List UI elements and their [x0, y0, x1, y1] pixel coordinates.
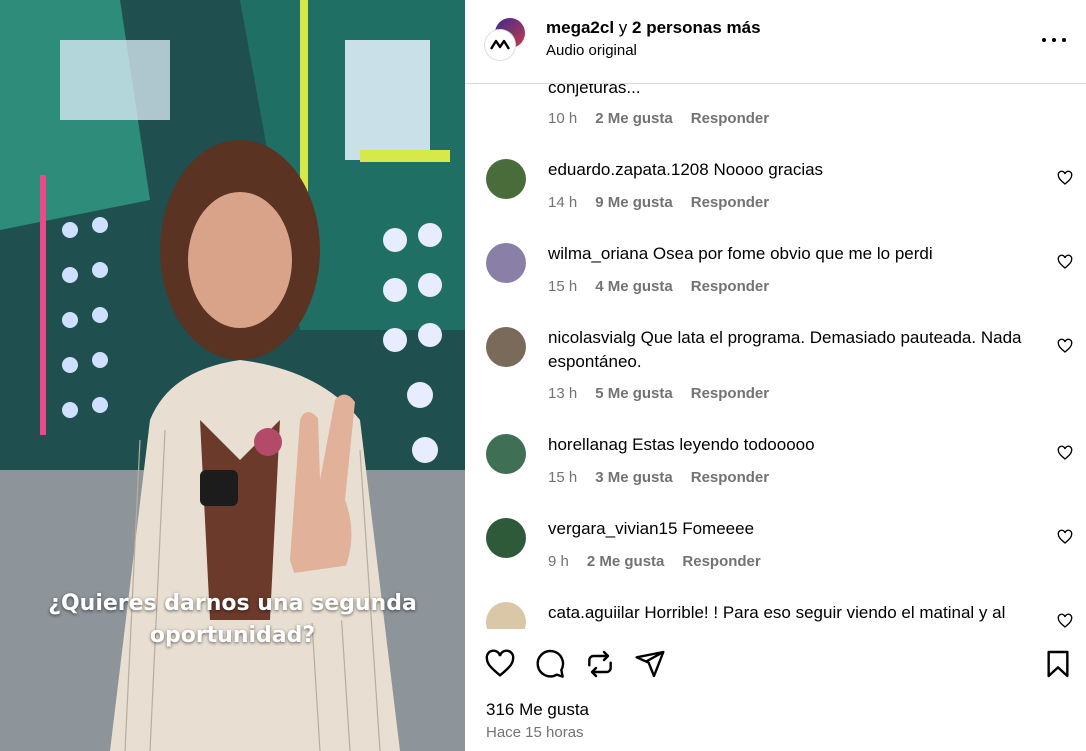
reply-button[interactable]: Responder [691, 110, 769, 127]
comments-list[interactable]: conjeturas... 10 h 2 Me gusta Responder … [465, 84, 1086, 629]
comment-username[interactable]: vergara_vivian15 [548, 519, 677, 538]
comment-text: wilma_oriana Osea por fome obvio que me … [548, 242, 1038, 266]
comment-username[interactable]: cata.aguiilar [548, 603, 640, 622]
post-header: mega2cl y 2 personas más Audio original [465, 0, 1086, 84]
post-panel: mega2cl y 2 personas más Audio original … [465, 0, 1086, 751]
comment-text: cata.aguiilar Horrible! ! Para eso segui… [548, 601, 1038, 625]
comment-avatar[interactable] [486, 243, 526, 283]
comment-like-heart-icon[interactable] [1057, 529, 1073, 545]
comment-text: horellanag Estas leyendo todooooo [548, 433, 1038, 457]
comment-text: nicolasvialg Que lata el programa. Demas… [548, 326, 1038, 374]
comment-body: Fomeeee [682, 519, 755, 538]
author-connector: y [618, 18, 628, 37]
comment-time: 9 h [548, 553, 569, 570]
comment-time: 15 h [548, 469, 578, 486]
reel-caption: ¿Quieres darnos una segunda oportunidad? [0, 588, 465, 652]
comment-time: 15 h [548, 278, 578, 295]
comment-meta: 15 h 4 Me gusta Responder [548, 278, 769, 295]
comment-body: conjeturas... [548, 84, 641, 97]
repost-icon[interactable] [584, 648, 616, 680]
comment-like-heart-icon[interactable] [1057, 445, 1073, 461]
comment-username[interactable]: eduardo.zapata.1208 [548, 160, 709, 179]
audio-label[interactable]: Audio original [546, 42, 637, 59]
comment-body: Horrible! ! Para eso seguir viendo el ma… [644, 603, 1006, 622]
comment-likes[interactable]: 2 Me gusta [595, 110, 673, 127]
reply-button[interactable]: Responder [691, 469, 769, 486]
comment-like-heart-icon[interactable] [1057, 254, 1073, 270]
comment-time: 13 h [548, 385, 578, 402]
comment-likes[interactable]: 4 Me gusta [595, 278, 673, 295]
caption-line-1: ¿Quieres darnos una segunda [48, 591, 417, 616]
reply-button[interactable]: Responder [682, 553, 760, 570]
comment-meta: 15 h 3 Me gusta Responder [548, 469, 769, 486]
comment-likes[interactable]: 9 Me gusta [595, 194, 673, 211]
comment-meta: 10 h 2 Me gusta Responder [548, 110, 769, 127]
comment-text: vergara_vivian15 Fomeeee [548, 517, 1038, 541]
comment-likes[interactable]: 5 Me gusta [595, 385, 673, 402]
post-author-line: mega2cl y 2 personas más [546, 18, 761, 38]
caption-line-2: oportunidad? [149, 623, 316, 648]
comment-body: Estas leyendo todooooo [632, 435, 815, 454]
heart-icon[interactable] [484, 648, 516, 680]
comment-time: 10 h [548, 110, 578, 127]
comment-meta: 9 h 2 Me gusta Responder [548, 553, 761, 570]
comment-like-heart-icon[interactable] [1057, 338, 1073, 354]
reel-media[interactable]: ¿Quieres darnos una segunda oportunidad? [0, 0, 465, 751]
send-icon[interactable] [634, 648, 666, 680]
comment-avatar[interactable] [486, 518, 526, 558]
comment-likes[interactable]: 3 Me gusta [595, 469, 673, 486]
comment-meta: 14 h 9 Me gusta Responder [548, 194, 769, 211]
comment-avatar[interactable] [486, 602, 526, 629]
comment-likes[interactable]: 2 Me gusta [587, 553, 665, 570]
post-likes-count[interactable]: 316 Me gusta [486, 700, 589, 720]
comment-text: conjeturas... [548, 84, 1038, 100]
post-actions-bar: 316 Me gusta Hace 15 horas [465, 629, 1086, 751]
comment-meta: 13 h 5 Me gusta Responder [548, 385, 769, 402]
mega-logo-icon [490, 39, 510, 50]
comment-icon[interactable] [534, 648, 566, 680]
reply-button[interactable]: Responder [691, 385, 769, 402]
mega-logo-avatar[interactable] [485, 30, 515, 60]
reply-button[interactable]: Responder [691, 194, 769, 211]
comment-body: Osea por fome obvio que me lo perdi [652, 244, 933, 263]
comment-avatar[interactable] [486, 434, 526, 474]
bookmark-icon[interactable] [1042, 648, 1074, 680]
comment-like-heart-icon[interactable] [1057, 170, 1073, 186]
collaborators-link[interactable]: 2 personas más [632, 18, 761, 37]
comment-username[interactable]: wilma_oriana [548, 244, 648, 263]
comment-time: 14 h [548, 194, 578, 211]
reply-button[interactable]: Responder [691, 278, 769, 295]
comment-avatar[interactable] [486, 327, 526, 367]
comment-username[interactable]: horellanag [548, 435, 627, 454]
comment-username[interactable]: nicolasvialg [548, 328, 636, 347]
more-options-icon[interactable] [1042, 30, 1066, 50]
comment-avatar[interactable] [486, 159, 526, 199]
comment-text: eduardo.zapata.1208 Noooo gracias [548, 158, 1038, 182]
post-timestamp[interactable]: Hace 15 horas [486, 724, 584, 741]
comment-body: Noooo gracias [713, 160, 824, 179]
author-username[interactable]: mega2cl [546, 18, 614, 37]
collab-avatars[interactable] [485, 18, 527, 60]
comment-like-heart-icon[interactable] [1057, 613, 1073, 629]
